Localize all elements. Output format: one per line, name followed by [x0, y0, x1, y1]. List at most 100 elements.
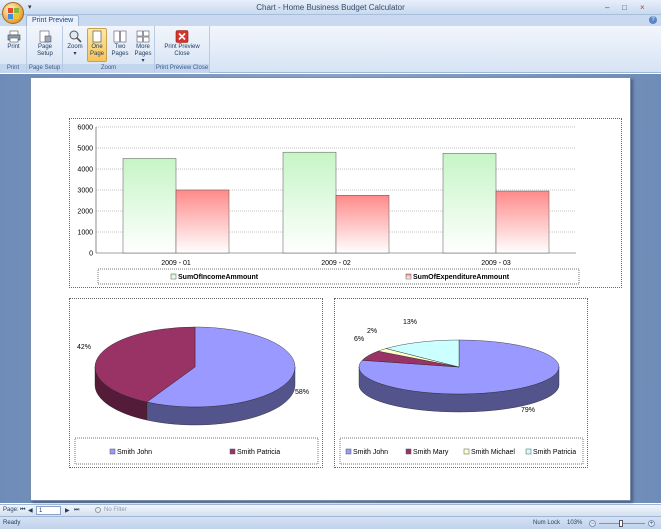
legend-swatch [463, 448, 470, 455]
two-pages-label-2: Pages [111, 51, 129, 57]
y-tick-label: 2000 [77, 209, 93, 216]
close-group: Print Preview Close Print Preview Close [155, 26, 210, 73]
no-filter-icon [95, 507, 101, 513]
bar-income [442, 153, 497, 254]
more-pages-button[interactable]: More Pages ▾ [132, 28, 154, 64]
y-tick-label: 5000 [77, 146, 93, 153]
page-setup-button[interactable]: Page Setup [30, 28, 60, 62]
first-page-button[interactable]: ⏮ [20, 507, 25, 514]
two-pages-icon [113, 30, 127, 43]
y-tick-label: 3000 [77, 188, 93, 195]
print-button-label: Print [7, 44, 20, 50]
more-pages-label-1: More [136, 44, 150, 50]
next-page-button[interactable]: ▶ [65, 507, 70, 514]
zoom-group-label: Zoom [63, 64, 154, 73]
tab-print-preview[interactable]: Print Preview [26, 15, 80, 26]
pie-legend-label: Smith Patricia [533, 449, 576, 456]
more-pages-label-2: Pages ▾ [134, 51, 152, 64]
office-logo-part-icon [14, 14, 19, 19]
zoom-slider-thumb[interactable] [619, 520, 623, 527]
one-page-label-1: One [91, 44, 103, 50]
ribbon-tab-row: Print Preview ? [0, 15, 661, 26]
page-setup-icon [39, 30, 52, 43]
printer-icon [7, 30, 20, 43]
page-number-field[interactable]: 1 [36, 506, 61, 515]
print-button[interactable]: Print [2, 28, 25, 62]
no-filter-button[interactable]: No Filter [104, 507, 127, 513]
pie-value-label: 2% [367, 328, 377, 335]
zoom-button[interactable]: Zoom ▾ [65, 28, 85, 62]
pie-legend-label: Smith Patricia [237, 449, 280, 456]
one-page-button[interactable]: One Page [87, 28, 107, 62]
zoom-label: Zoom [67, 44, 83, 50]
zoom-in-icon[interactable]: + [648, 520, 655, 527]
print-group: Print Print [0, 26, 27, 73]
legend-expenditure: SumOfExpenditureAmmount [413, 274, 510, 281]
close-group-label: Print Preview Close [155, 64, 209, 73]
bar-expenditure [495, 190, 550, 254]
y-tick-label: 6000 [77, 125, 93, 132]
pie-chart-right: 79% 6%2% 13% Smith John Smith Mary Smith Mich… [339, 319, 584, 465]
close-label-2: Close [174, 51, 190, 57]
bar-expenditure [335, 195, 390, 254]
help-icon[interactable]: ? [649, 16, 657, 24]
status-bar: Ready Num Lock 103% − + [0, 516, 661, 529]
x-tick-label: 2009 - 01 [161, 260, 191, 267]
preview-page: 6000 5000 4000 3000 2000 1000 0 2009 - 01 2009 -… [30, 77, 631, 501]
page-setup-label-1: Page [37, 44, 52, 50]
page-setup-group-label: Page Setup [27, 64, 62, 73]
bar-income [122, 158, 177, 254]
office-logo-icon [8, 8, 13, 13]
y-tick-label: 4000 [77, 167, 93, 174]
two-pages-label-1: Two [114, 44, 126, 50]
ribbon: Print Print Page Setup Page Setup Zoom ▾… [0, 26, 661, 73]
legend-swatch-expenditure [405, 273, 412, 280]
legend-income: SumOfIncomeAmmount [178, 274, 259, 281]
pie-legend-label: Smith John [353, 449, 388, 456]
bar-expenditure [175, 189, 230, 254]
zoom-out-icon[interactable]: − [589, 520, 596, 527]
pie-chart-left-frame: 58% 42% Smith John Smith Patricia [69, 298, 323, 468]
close-window-button[interactable]: × [640, 3, 645, 12]
zoom-level: 103% [567, 520, 583, 526]
previous-page-button[interactable]: ◀ [28, 507, 33, 514]
magnifier-icon [69, 30, 82, 43]
bar-income [282, 151, 337, 254]
pie-value-label: 6% [354, 336, 364, 343]
last-page-button[interactable]: ⏭ [74, 507, 79, 514]
record-navigation-bar: Page: ⏮ ◀ 1 ▶ ⏭ No Filter [0, 504, 661, 516]
legend-swatch-income [170, 273, 177, 280]
window-title: Chart - Home Business Budget Calculator [256, 3, 405, 12]
print-group-label: Print [0, 64, 26, 73]
office-logo-part-icon [14, 8, 19, 13]
pie-legend-label: Smith Michael [471, 449, 515, 456]
office-button[interactable] [2, 2, 24, 24]
legend-swatch [525, 448, 532, 455]
office-logo-part-icon [8, 14, 13, 19]
maximize-button[interactable]: □ [622, 3, 627, 12]
x-tick-label: 2009 - 02 [321, 260, 351, 267]
page-setup-group: Page Setup Page Setup [27, 26, 63, 73]
pie-value-label: 79% [521, 407, 535, 414]
close-label-1: Print Preview [164, 44, 200, 50]
status-num-lock: Num Lock [533, 520, 561, 526]
pie-value-label: 42% [77, 344, 91, 351]
pie-legend-label: Smith John [117, 449, 152, 456]
minimize-button[interactable]: – [605, 3, 609, 12]
one-page-label-2: Page [89, 51, 104, 57]
pie-value-label: 58% [295, 389, 309, 396]
legend-swatch [345, 448, 352, 455]
pie-chart-right-frame: 79% 6% 2% 13% Smith John Smith Mary Smith Mich… [334, 298, 588, 468]
one-page-icon [92, 30, 102, 43]
y-tick-label: 0 [89, 251, 93, 258]
close-red-x-icon [175, 30, 189, 43]
more-pages-icon [136, 30, 150, 43]
page-label: Page: [3, 507, 19, 513]
page-setup-label-2: Setup [37, 51, 53, 57]
pie-chart-left: 58% 42% Smith John Smith Patricia [74, 326, 319, 465]
two-pages-button[interactable]: Two Pages [109, 28, 131, 62]
zoom-dropdown-glyph: ▾ [73, 51, 77, 57]
pie-legend-label: Smith Mary [413, 449, 449, 456]
legend-swatch [229, 448, 236, 455]
close-print-preview-button[interactable]: Print Preview Close [158, 28, 206, 62]
